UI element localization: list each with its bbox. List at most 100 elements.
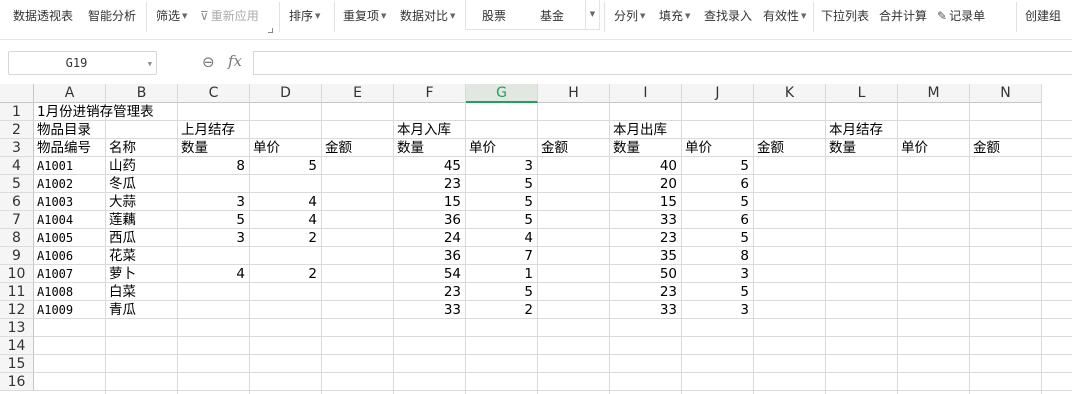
cell-c7[interactable]: 5 <box>178 211 250 229</box>
cell-d10[interactable]: 2 <box>250 265 322 283</box>
cell-c8[interactable]: 3 <box>178 229 250 247</box>
cell-a8[interactable]: A1005 <box>34 229 106 247</box>
row-header-9[interactable]: 9 <box>0 247 34 265</box>
cell-b11[interactable]: 白菜 <box>106 283 178 301</box>
cell-c5[interactable] <box>178 175 250 193</box>
cell-j3[interactable]: 单价 <box>682 139 754 157</box>
cell-d4[interactable]: 5 <box>250 157 322 175</box>
cell-d5[interactable] <box>250 175 322 193</box>
cell-b10[interactable]: 萝卜 <box>106 265 178 283</box>
validity-button[interactable]: 有效性 ▼ <box>763 7 806 25</box>
cell-g9[interactable]: 7 <box>466 247 538 265</box>
cell-g8[interactable]: 4 <box>466 229 538 247</box>
row-header-11[interactable]: 11 <box>0 283 34 301</box>
split-column-button[interactable]: 分列 ▼ <box>614 7 645 25</box>
stocks-gallery-item[interactable]: 股票 <box>482 7 506 24</box>
smart-analysis-button[interactable]: 智能分析 <box>88 7 136 25</box>
cell-f9[interactable]: 36 <box>394 247 466 265</box>
cell-d9[interactable] <box>250 247 322 265</box>
row-header-6[interactable]: 6 <box>0 193 34 211</box>
cell-d6[interactable]: 4 <box>250 193 322 211</box>
row-header-3[interactable]: 3 <box>0 139 34 157</box>
cell-b7[interactable]: 莲藕 <box>106 211 178 229</box>
cell-j5[interactable]: 6 <box>682 175 754 193</box>
cell-i7[interactable]: 33 <box>610 211 682 229</box>
cell-d8[interactable]: 2 <box>250 229 322 247</box>
cell-j4[interactable]: 5 <box>682 157 754 175</box>
row-header-1[interactable]: 1 <box>0 103 34 121</box>
cell-d3[interactable]: 单价 <box>250 139 322 157</box>
row-header-16[interactable]: 16 <box>0 373 34 391</box>
row-header-8[interactable]: 8 <box>0 229 34 247</box>
column-header-c[interactable]: C <box>178 84 250 103</box>
cell-j8[interactable]: 5 <box>682 229 754 247</box>
cell-h3[interactable]: 金额 <box>538 139 610 157</box>
column-header-e[interactable]: E <box>322 84 394 103</box>
cell-a2[interactable]: 物品目录 <box>34 121 106 139</box>
cell-a3[interactable]: 物品编号 <box>34 139 106 157</box>
cell-g7[interactable]: 5 <box>466 211 538 229</box>
funds-gallery-item[interactable]: 基金 <box>540 7 564 24</box>
cell-b12[interactable]: 青瓜 <box>106 301 178 319</box>
cell-j12[interactable]: 3 <box>682 301 754 319</box>
select-all-corner[interactable] <box>0 84 34 103</box>
record-sheet-button[interactable]: ✎ 记录单 <box>937 7 985 25</box>
cell-b4[interactable]: 山药 <box>106 157 178 175</box>
cell-i2[interactable]: 本月出库 <box>610 121 682 139</box>
column-header-h[interactable]: H <box>538 84 610 103</box>
gallery-expand-icon[interactable]: ▼ <box>585 0 599 29</box>
column-header-k[interactable]: K <box>754 84 826 103</box>
cell-i6[interactable]: 15 <box>610 193 682 211</box>
cell-l2[interactable]: 本月结存 <box>826 121 898 139</box>
row-header-13[interactable]: 13 <box>0 319 34 337</box>
cell-g6[interactable]: 5 <box>466 193 538 211</box>
cell-c9[interactable] <box>178 247 250 265</box>
column-header-m[interactable]: M <box>898 84 970 103</box>
row-header-5[interactable]: 5 <box>0 175 34 193</box>
cell-j9[interactable]: 8 <box>682 247 754 265</box>
cell-b3[interactable]: 名称 <box>106 139 178 157</box>
row-header-2[interactable]: 2 <box>0 121 34 139</box>
cell-d11[interactable] <box>250 283 322 301</box>
cell-c3[interactable]: 数量 <box>178 139 250 157</box>
cell-j7[interactable]: 6 <box>682 211 754 229</box>
formula-input[interactable] <box>253 51 1072 75</box>
dialog-launcher-icon[interactable] <box>268 28 273 33</box>
cell-a1[interactable]: 1月份进销存管理表 <box>34 103 154 121</box>
name-box[interactable]: G19 ▼ <box>8 51 157 75</box>
reapply-button[interactable]: ⊽ 重新应用 <box>200 7 259 25</box>
column-header-l[interactable]: L <box>826 84 898 103</box>
cell-j6[interactable]: 5 <box>682 193 754 211</box>
zoom-icon[interactable]: ⊖ <box>202 53 215 71</box>
cell-g4[interactable]: 3 <box>466 157 538 175</box>
cell-a6[interactable]: A1003 <box>34 193 106 211</box>
cell-m3[interactable]: 单价 <box>898 139 970 157</box>
row-header-15[interactable]: 15 <box>0 355 34 373</box>
cell-a5[interactable]: A1002 <box>34 175 106 193</box>
filter-button[interactable]: 筛选 ▼ <box>156 7 187 25</box>
cell-i5[interactable]: 20 <box>610 175 682 193</box>
row-header-7[interactable]: 7 <box>0 211 34 229</box>
cell-f8[interactable]: 24 <box>394 229 466 247</box>
cell-a4[interactable]: A1001 <box>34 157 106 175</box>
cell-c10[interactable]: 4 <box>178 265 250 283</box>
cell-f11[interactable]: 23 <box>394 283 466 301</box>
column-header-d[interactable]: D <box>250 84 322 103</box>
cell-l3[interactable]: 数量 <box>826 139 898 157</box>
fill-button[interactable]: 填充 ▼ <box>659 7 690 25</box>
cell-i8[interactable]: 23 <box>610 229 682 247</box>
cell-b8[interactable]: 西瓜 <box>106 229 178 247</box>
cell-e3[interactable]: 金额 <box>322 139 394 157</box>
cell-a7[interactable]: A1004 <box>34 211 106 229</box>
cell-f6[interactable]: 15 <box>394 193 466 211</box>
column-header-b[interactable]: B <box>106 84 178 103</box>
cell-g5[interactable]: 5 <box>466 175 538 193</box>
consolidate-button[interactable]: 合并计算 <box>879 7 927 25</box>
data-type-gallery[interactable]: 股票 基金 ▼ <box>465 0 600 30</box>
cell-j11[interactable]: 5 <box>682 283 754 301</box>
cell-n3[interactable]: 金额 <box>970 139 1042 157</box>
create-group-button[interactable]: 创建组 <box>1025 7 1061 25</box>
pivot-table-button[interactable]: 数据透视表 <box>13 7 73 25</box>
cell-f7[interactable]: 36 <box>394 211 466 229</box>
dropdown-list-button[interactable]: 下拉列表 <box>821 7 869 25</box>
